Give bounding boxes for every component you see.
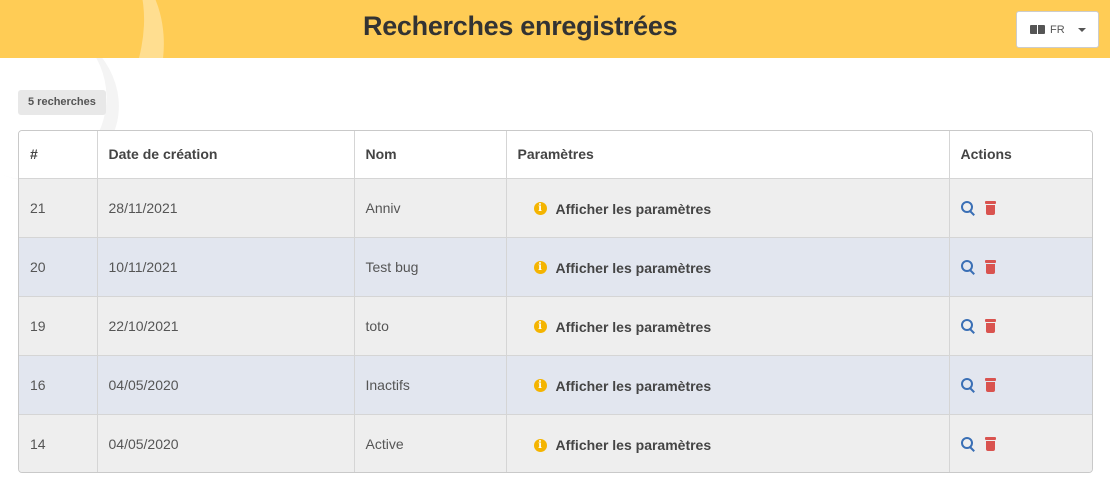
trash-icon[interactable] (984, 259, 996, 274)
cell-name: Inactifs (354, 355, 507, 415)
cell-name: toto (354, 296, 507, 356)
column-header-date: Date de création (97, 131, 355, 179)
page-title: Recherches enregistrées (363, 11, 678, 41)
cell-date: 04/05/2020 (97, 355, 355, 415)
cell-parameters: i Afficher les paramètres (506, 237, 950, 297)
cell-actions (949, 296, 1092, 356)
cell-date: 22/10/2021 (97, 296, 355, 356)
show-parameters-label: Afficher les paramètres (555, 200, 712, 217)
show-parameters-link[interactable]: i Afficher les paramètres (533, 377, 712, 394)
trash-icon[interactable] (984, 377, 996, 392)
table-row: 21 28/11/2021 Anniv i Afficher les param… (19, 178, 1092, 238)
show-parameters-link[interactable]: i Afficher les paramètres (533, 259, 712, 276)
language-select[interactable]: FR (1016, 11, 1099, 48)
info-icon: i (533, 261, 547, 275)
cell-name: Test bug (354, 237, 507, 297)
cell-actions (949, 178, 1092, 238)
search-icon[interactable] (960, 200, 975, 215)
language-selected-value: FR (1050, 23, 1065, 36)
table-row: 20 10/11/2021 Test bug i Afficher les pa… (19, 237, 1092, 297)
info-icon: i (533, 379, 547, 393)
cell-date: 28/11/2021 (97, 178, 355, 238)
search-icon[interactable] (960, 436, 975, 451)
show-parameters-link[interactable]: i Afficher les paramètres (533, 318, 712, 335)
show-parameters-label: Afficher les paramètres (555, 437, 712, 453)
cell-id: 14 (19, 414, 98, 472)
trash-icon[interactable] (984, 200, 996, 215)
header-bar: Recherches enregistrées FR (0, 0, 1110, 58)
show-parameters-label: Afficher les paramètres (555, 318, 712, 335)
table-row: 14 04/05/2020 Active i Afficher les para… (19, 414, 1092, 472)
show-parameters-link[interactable]: i Afficher les paramètres (533, 437, 712, 453)
search-icon[interactable] (960, 377, 975, 392)
show-parameters-label: Afficher les paramètres (555, 259, 712, 276)
cell-name: Active (354, 414, 507, 472)
info-icon: i (533, 202, 547, 216)
cell-date: 10/11/2021 (97, 237, 355, 297)
column-header-id: # (19, 131, 98, 179)
column-header-actions: Actions (949, 131, 1092, 179)
cell-name: Anniv (354, 178, 507, 238)
cell-actions (949, 355, 1092, 415)
header-decoration (0, 0, 202, 58)
show-parameters-link[interactable]: i Afficher les paramètres (533, 200, 712, 217)
cell-id: 20 (19, 237, 98, 297)
show-parameters-label: Afficher les paramètres (555, 377, 712, 394)
cell-id: 19 (19, 296, 98, 356)
cell-actions (949, 414, 1092, 472)
cell-parameters: i Afficher les paramètres (506, 178, 950, 238)
results-count-badge: 5 recherches (18, 90, 106, 115)
cell-id: 21 (19, 178, 98, 238)
saved-searches-table: # Date de création Nom Paramètres Action… (18, 130, 1093, 473)
cell-id: 16 (19, 355, 98, 415)
trash-icon[interactable] (984, 436, 996, 451)
cell-actions (949, 237, 1092, 297)
table-row: 19 22/10/2021 toto i Afficher les paramè… (19, 296, 1092, 356)
column-header-parameters: Paramètres (506, 131, 950, 179)
cell-date: 04/05/2020 (97, 414, 355, 472)
info-icon: i (533, 438, 547, 452)
cell-parameters: i Afficher les paramètres (506, 355, 950, 415)
table-header-row: # Date de création Nom Paramètres Action… (19, 131, 1092, 179)
trash-icon[interactable] (984, 318, 996, 333)
search-icon[interactable] (960, 259, 975, 274)
info-icon: i (533, 320, 547, 334)
cell-parameters: i Afficher les paramètres (506, 296, 950, 356)
cell-parameters: i Afficher les paramètres (506, 414, 950, 472)
column-header-name: Nom (354, 131, 507, 179)
language-icon (1030, 25, 1045, 34)
search-icon[interactable] (960, 318, 975, 333)
table-row: 16 04/05/2020 Inactifs i Afficher les pa… (19, 355, 1092, 415)
chevron-down-icon (1078, 28, 1086, 32)
